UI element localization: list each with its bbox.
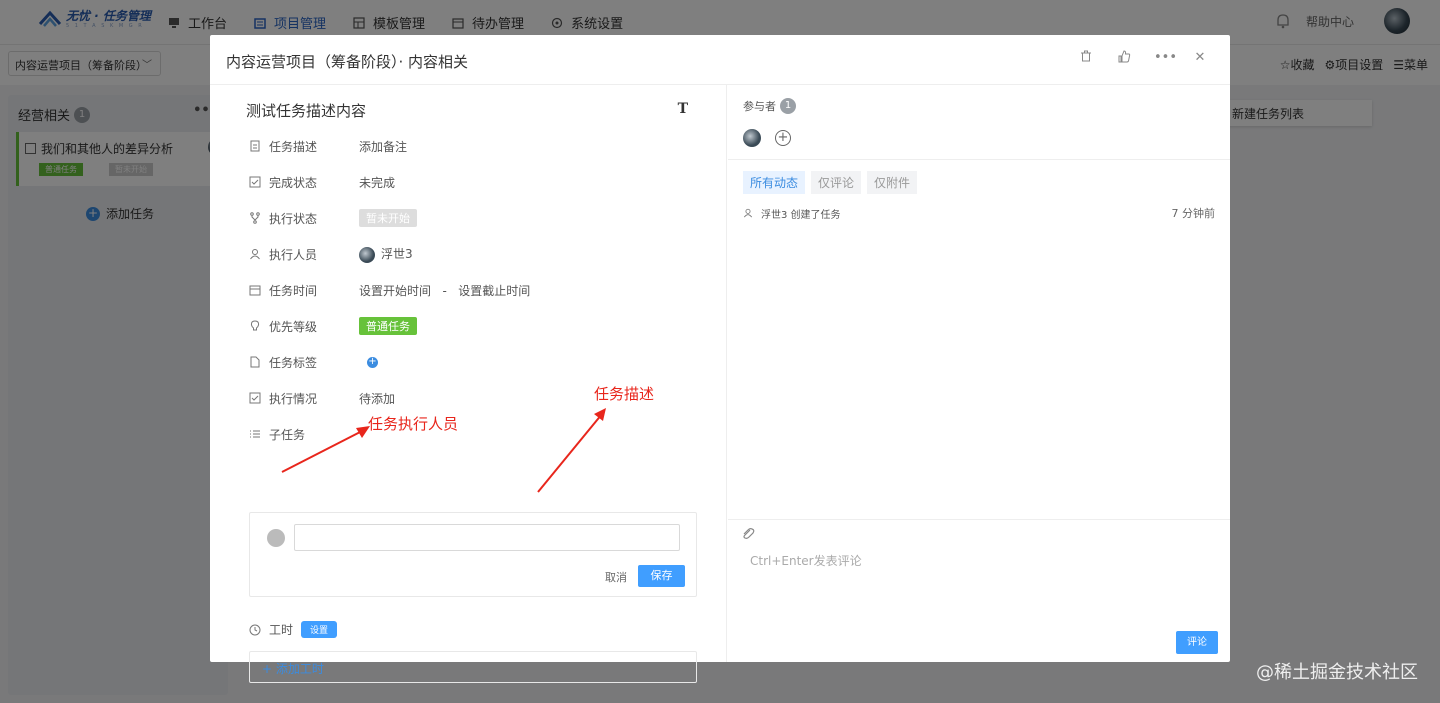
watermark: @稀土掘金技术社区 (1256, 662, 1418, 683)
annotation-arrows (281, 408, 606, 493)
annotation-assignee: 任务执行人员 (368, 415, 459, 433)
annotation-description: 任务描述 (594, 385, 655, 403)
